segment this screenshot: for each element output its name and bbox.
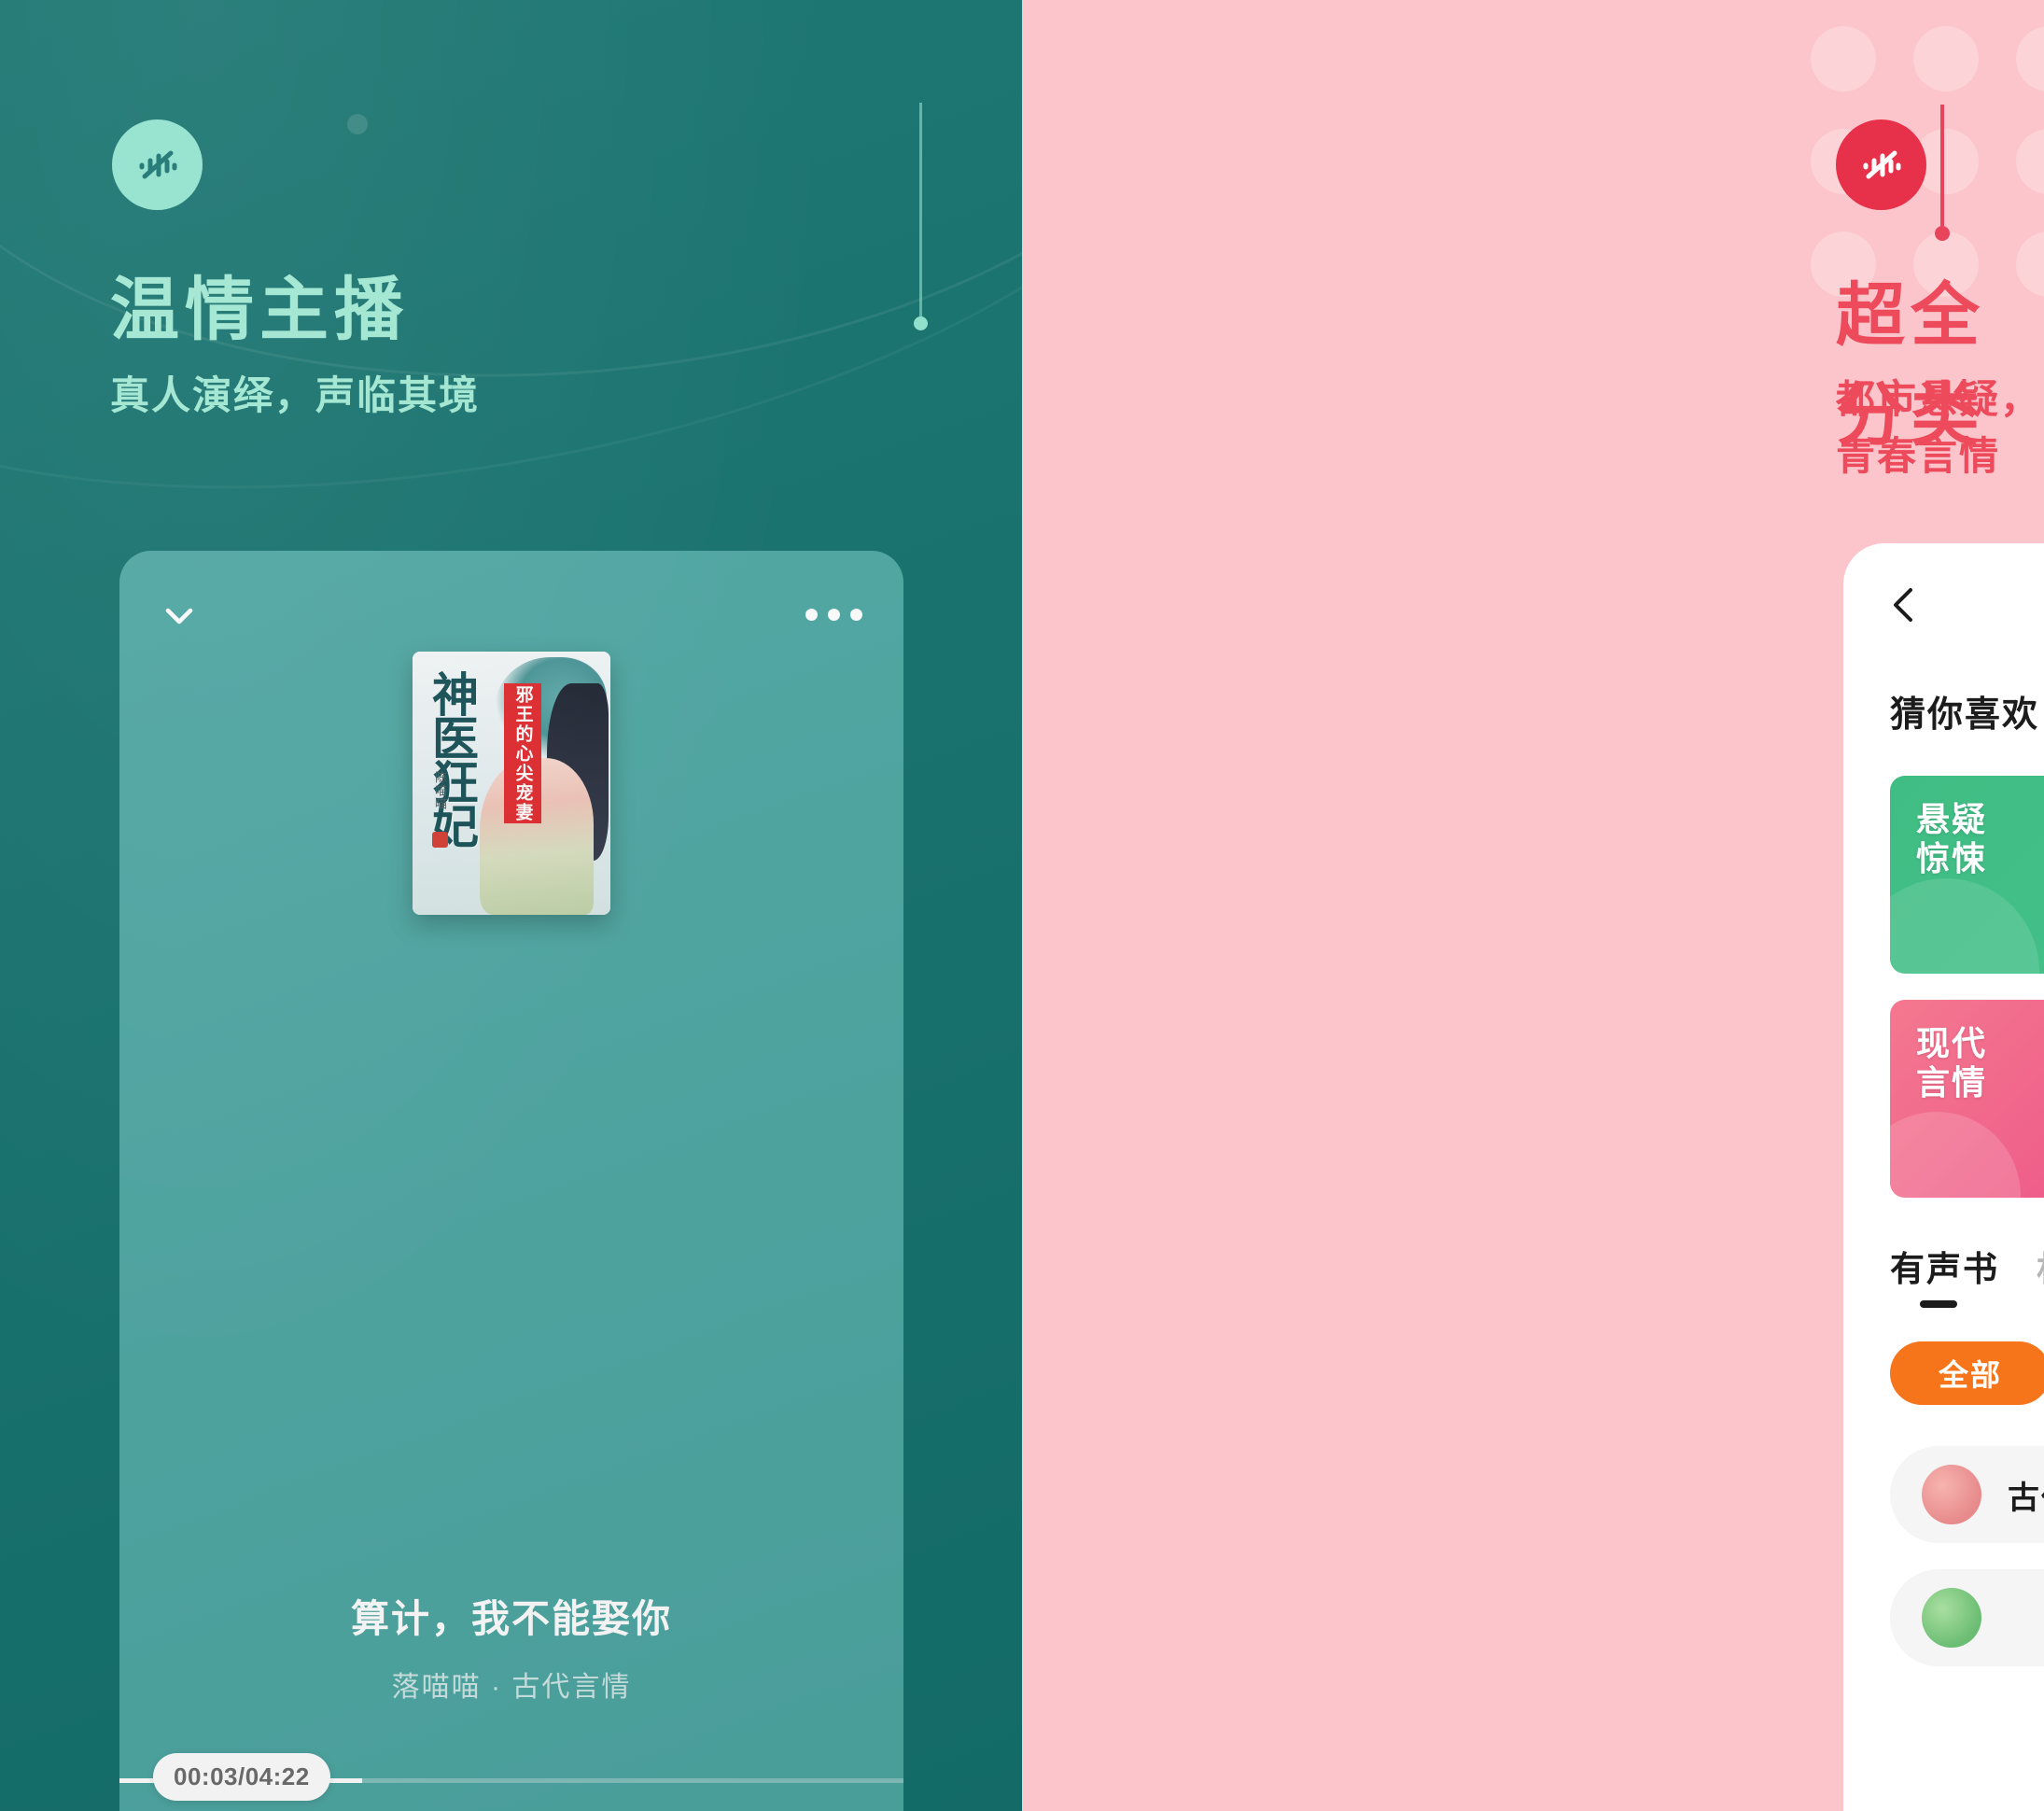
recommend-section-title: 猜你喜欢 (1890, 695, 2040, 735)
chevron-down-icon[interactable] (161, 597, 198, 635)
genre-tag-grid: 古代言情 豪门总裁 (1890, 1446, 2044, 1666)
screenshot-root: 温情主播 真人演绎，声临其境 神医狂妃 邪王的心尖宠妻 陈喵喵 算计，我不能娶你… (0, 0, 2044, 1811)
genre-tag-partial-left[interactable] (1890, 1569, 2044, 1666)
right-promo-panel: 超全分类 都市悬疑，青春言情 分类 猜你喜欢 悬疑惊悚 (1022, 0, 2044, 1811)
decorative-line-right (1935, 105, 1950, 241)
waveform-logo-icon (112, 119, 203, 210)
track-title: 算计，我不能娶你 (351, 1597, 672, 1640)
audio-player-card: 神医狂妃 邪王的心尖宠妻 陈喵喵 算计，我不能娶你 落喵喵 · 古代言情 00:… (119, 551, 903, 1811)
phone-nav-bar: 分类 (1843, 543, 2044, 665)
tab-audiobook[interactable]: 有声书 (1890, 1241, 1999, 1308)
progress-bar[interactable]: 00:03/04:22 (119, 1753, 903, 1801)
page-title: 分类 (1843, 590, 2044, 641)
category-card-label: 现代 言情 (1916, 1024, 1988, 1102)
genre-tag-label: 古代言情 (2008, 1480, 2044, 1516)
green-icon (1922, 1588, 1981, 1648)
book-cover-image[interactable]: 神医狂妃 邪王的心尖宠妻 陈喵喵 (413, 652, 610, 915)
more-options-icon[interactable] (805, 609, 862, 621)
decorative-line-left (914, 103, 928, 330)
right-hero-subtitle: 都市悬疑，青春言情 (1836, 377, 2042, 478)
book-cover-title: 神医狂妃 (426, 670, 478, 846)
player-card-top-bar (119, 551, 903, 663)
content-type-tabs: 有声书 相声 (1890, 1241, 2044, 1308)
book-cover-band-text: 邪王的心尖宠妻 (512, 684, 533, 822)
chip-all[interactable]: 全部 (1890, 1341, 2044, 1405)
book-cover-seal-icon (432, 832, 448, 848)
category-card-suspense[interactable]: 悬疑惊悚 道士不好惹 (1890, 776, 2044, 974)
filter-chips: 全部 主题 情节 (1890, 1341, 2044, 1405)
left-hero-subtitle: 真人演绎，声临其境 (110, 373, 481, 417)
waveform-logo-icon (1836, 119, 1926, 210)
category-card-grid: 悬疑惊悚 道士不好惹 古代言情 神医蛊妃 (1890, 776, 2044, 1198)
decorative-dot (347, 114, 368, 134)
peach-icon (1922, 1465, 1981, 1524)
genre-tag-ancient-romance[interactable]: 古代言情 (1890, 1446, 2044, 1543)
tab-crosstalk[interactable]: 相声 (2037, 1241, 2044, 1308)
track-subtitle: 落喵喵 · 古代言情 (391, 1672, 632, 1703)
category-card-label: 悬疑 惊悚 (1916, 800, 1988, 878)
category-screen-card: 分类 猜你喜欢 悬疑惊悚 道士不好惹 古代言情 (1843, 543, 2044, 1811)
left-hero-title: 温情主播 (110, 271, 409, 348)
time-display: 00:03/04:22 (153, 1753, 330, 1801)
book-cover-band: 邪王的心尖宠妻 (504, 683, 541, 823)
left-promo-panel: 温情主播 真人演绎，声临其境 神医狂妃 邪王的心尖宠妻 陈喵喵 算计，我不能娶你… (0, 0, 1022, 1811)
book-cover-author: 陈喵喵 (433, 771, 447, 810)
category-card-modern-romance[interactable]: 现代言情 总裁的私有宝贝 (1890, 1000, 2044, 1198)
